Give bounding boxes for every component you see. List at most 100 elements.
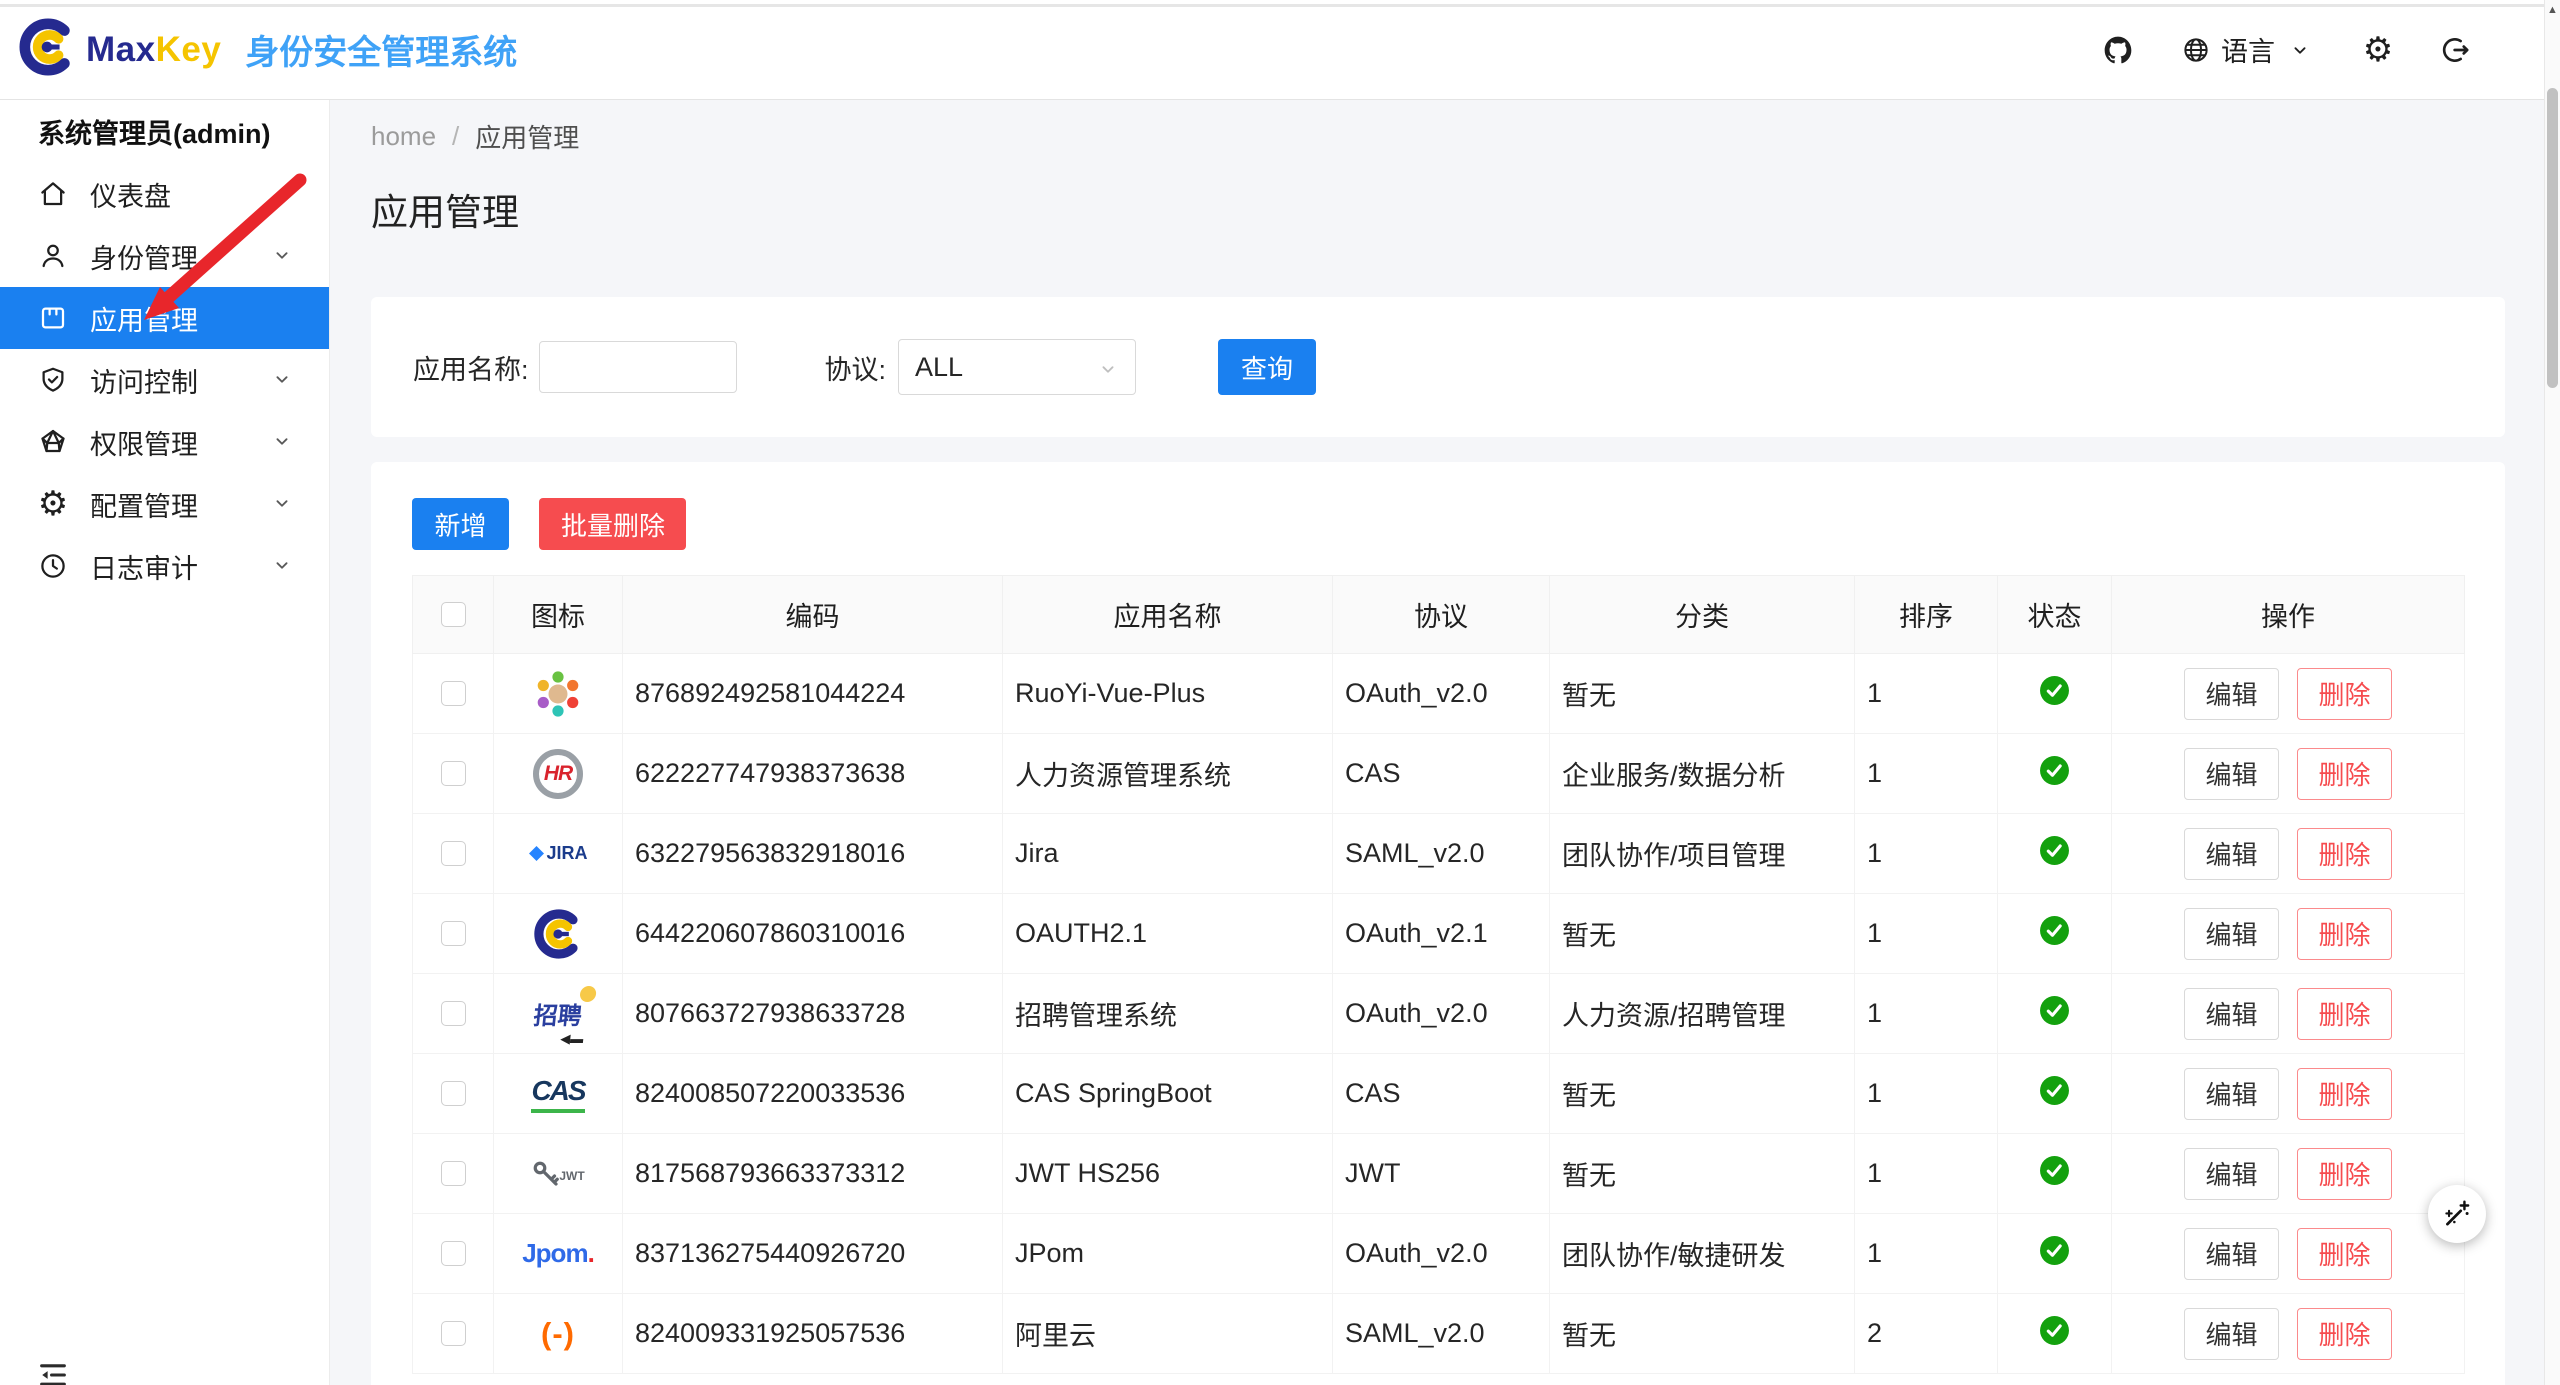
delete-button[interactable]: 删除	[2297, 1308, 2392, 1360]
brand-name-primary: Max	[86, 30, 156, 69]
app-status	[1998, 1054, 2112, 1134]
applications-panel: 新增 批量删除 图标编码应用名称协议分类排序状态操作 8768924925810…	[371, 462, 2505, 1385]
chevron-down-icon	[271, 492, 295, 516]
delete-button[interactable]: 删除	[2297, 908, 2392, 960]
edit-button[interactable]: 编辑	[2184, 988, 2279, 1040]
sidebar-item-home[interactable]: 仪表盘	[0, 163, 329, 225]
status-enabled-icon	[2039, 1315, 2070, 1346]
table-row: Jpom.837136275440926720JPomOAuth_v2.0团队协…	[413, 1214, 2465, 1294]
app-name: JPom	[1003, 1214, 1333, 1294]
app-code: 824008507220033536	[623, 1054, 1003, 1134]
app-name-input[interactable]	[539, 341, 737, 393]
app-category: 人力资源/招聘管理	[1550, 974, 1855, 1054]
delete-button[interactable]: 删除	[2297, 668, 2392, 720]
edit-button[interactable]: 编辑	[2184, 1068, 2279, 1120]
delete-button[interactable]: 删除	[2297, 988, 2392, 1040]
sidebar-item-label: 配置管理	[90, 485, 271, 524]
row-checkbox[interactable]	[441, 681, 466, 706]
edit-button[interactable]: 编辑	[2184, 748, 2279, 800]
window-top-divider	[0, 4, 2560, 7]
chevron-down-icon	[2284, 34, 2316, 66]
main-content: home / 应用管理 应用管理 应用名称: 协议: ALL 查询 新增 批量删…	[331, 100, 2544, 1385]
app-status	[1998, 894, 2112, 974]
chevron-down-icon	[271, 244, 295, 268]
edit-button[interactable]: 编辑	[2184, 1308, 2279, 1360]
github-icon[interactable]	[2102, 34, 2134, 66]
protocol-select[interactable]: ALL	[898, 339, 1136, 395]
edit-button[interactable]: 编辑	[2184, 1228, 2279, 1280]
breadcrumb-current: 应用管理	[475, 118, 579, 155]
logout-icon[interactable]	[2440, 34, 2472, 66]
add-button[interactable]: 新增	[412, 498, 509, 550]
row-checkbox[interactable]	[441, 1241, 466, 1266]
sidebar-item-permission-pentagon[interactable]: 权限管理	[0, 411, 329, 473]
sidebar-item-app-window[interactable]: 应用管理	[0, 287, 329, 349]
row-checkbox[interactable]	[441, 1161, 466, 1186]
status-enabled-icon	[2039, 1075, 2070, 1106]
app-category: 暂无	[1550, 894, 1855, 974]
row-checkbox[interactable]	[441, 1001, 466, 1026]
column-header-8: 操作	[2112, 576, 2465, 654]
vertical-scrollbar[interactable]: ▲	[2544, 0, 2560, 1385]
protocol-filter-label: 协议:	[825, 348, 887, 387]
select-all-checkbox[interactable]	[441, 602, 466, 627]
current-user-label: 系统管理员(admin)	[0, 100, 329, 163]
magic-wand-button[interactable]	[2428, 1185, 2486, 1243]
filter-panel: 应用名称: 协议: ALL 查询	[371, 297, 2505, 437]
sidebar-item-label: 访问控制	[90, 361, 271, 400]
app-protocol: JWT	[1333, 1134, 1550, 1214]
app-status	[1998, 734, 2112, 814]
language-menu[interactable]: 语言	[2180, 30, 2316, 69]
sidebar-item-gear[interactable]: ⚙配置管理	[0, 473, 329, 535]
home-icon	[38, 179, 68, 209]
app-status	[1998, 1294, 2112, 1374]
batch-delete-button[interactable]: 批量删除	[539, 498, 686, 550]
row-checkbox[interactable]	[441, 1081, 466, 1106]
app-category: 企业服务/数据分析	[1550, 734, 1855, 814]
app-code: 817568793663373312	[623, 1134, 1003, 1214]
breadcrumb-home-link[interactable]: home	[371, 121, 436, 152]
delete-button[interactable]: 删除	[2297, 748, 2392, 800]
sidebar-item-clock[interactable]: 日志审计	[0, 535, 329, 597]
top-bar: MaxKey 身份安全管理系统 语言 ⚙	[0, 0, 2560, 100]
scrollbar-up-arrow[interactable]: ▲	[2545, 0, 2560, 20]
app-protocol: OAuth_v2.0	[1333, 654, 1550, 734]
edit-button[interactable]: 编辑	[2184, 1148, 2279, 1200]
collapse-sidebar-icon[interactable]	[36, 1358, 72, 1385]
sidebar-item-shield-check[interactable]: 访问控制	[0, 349, 329, 411]
row-checkbox[interactable]	[441, 921, 466, 946]
settings-gear-icon[interactable]: ⚙	[2362, 34, 2394, 66]
delete-button[interactable]: 删除	[2297, 828, 2392, 880]
edit-button[interactable]: 编辑	[2184, 908, 2279, 960]
row-checkbox[interactable]	[441, 841, 466, 866]
chevron-down-icon	[271, 430, 295, 454]
row-checkbox[interactable]	[441, 761, 466, 786]
sidebar-item-label: 应用管理	[90, 299, 295, 338]
app-protocol: CAS	[1333, 734, 1550, 814]
delete-button[interactable]: 删除	[2297, 1068, 2392, 1120]
app-code: 876892492581044224	[623, 654, 1003, 734]
status-enabled-icon	[2039, 675, 2070, 706]
maxkey-app-icon	[529, 905, 587, 963]
app-sort: 1	[1855, 894, 1998, 974]
applications-table: 图标编码应用名称协议分类排序状态操作 876892492581044224Ruo…	[412, 575, 2465, 1374]
scrollbar-thumb[interactable]	[2547, 88, 2558, 388]
app-category: 暂无	[1550, 1134, 1855, 1214]
app-status	[1998, 974, 2112, 1054]
edit-button[interactable]: 编辑	[2184, 828, 2279, 880]
search-button[interactable]: 查询	[1218, 339, 1316, 395]
sidebar-item-user[interactable]: 身份管理	[0, 225, 329, 287]
cas-app-icon: CAS	[529, 1065, 587, 1123]
sidebar: 系统管理员(admin) 仪表盘身份管理应用管理访问控制权限管理⚙配置管理日志审…	[0, 100, 330, 1385]
brand: MaxKey 身份安全管理系统	[18, 18, 517, 81]
sidebar-item-label: 日志审计	[90, 547, 271, 586]
row-checkbox[interactable]	[441, 1321, 466, 1346]
delete-button[interactable]: 删除	[2297, 1228, 2392, 1280]
brand-name-secondary: Key	[156, 30, 222, 69]
app-name: OAUTH2.1	[1003, 894, 1333, 974]
edit-button[interactable]: 编辑	[2184, 668, 2279, 720]
globe-icon	[2180, 34, 2212, 66]
brand-name: MaxKey	[86, 30, 221, 70]
table-row: HR622227747938373638人力资源管理系统CAS企业服务/数据分析…	[413, 734, 2465, 814]
delete-button[interactable]: 删除	[2297, 1148, 2392, 1200]
